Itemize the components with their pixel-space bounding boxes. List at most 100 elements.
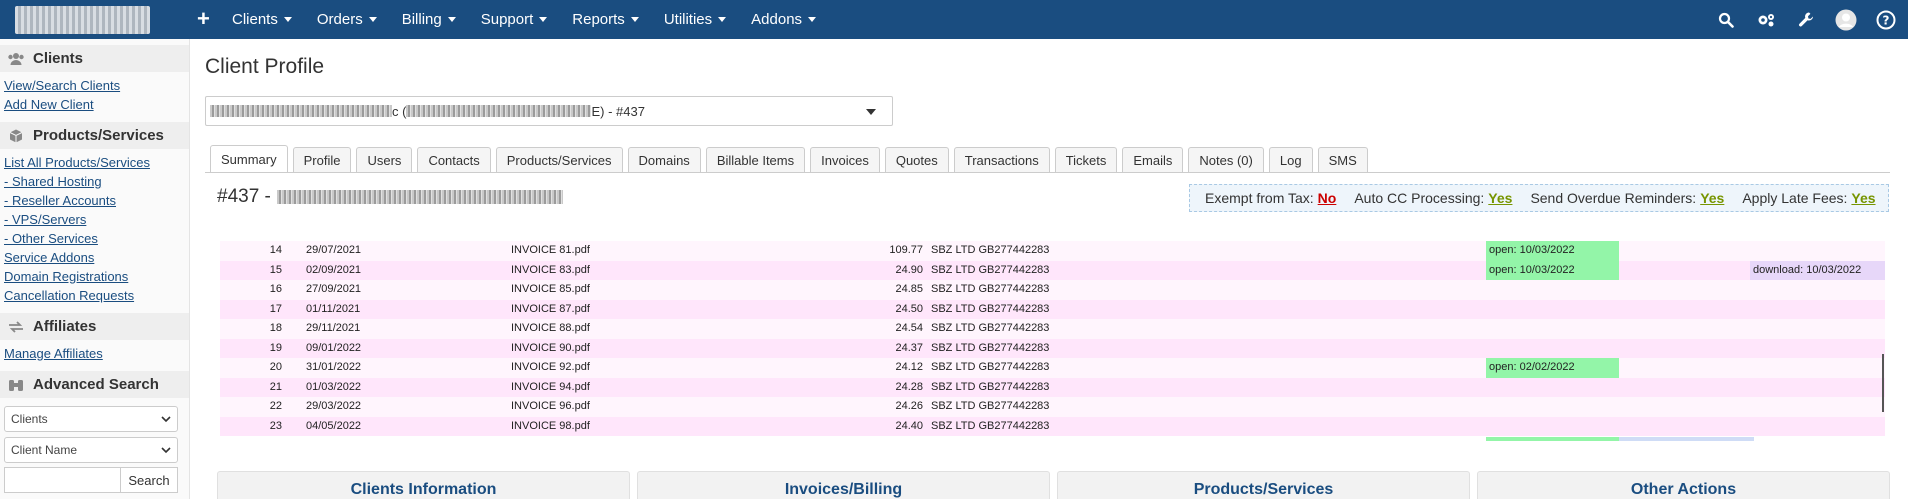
apply-late-fees-value[interactable]: Yes <box>1851 190 1875 206</box>
table-row: 15 02/09/2021 INVOICE 83.pdf 24.90 SBZ L… <box>220 260 1885 280</box>
sidebar-link-shared-hosting[interactable]: - Shared Hosting <box>4 172 189 191</box>
table-row: 23 04/05/2022 INVOICE 98.pdf 24.40 SBZ L… <box>220 416 1885 436</box>
download-badge: download: 10/03/2022 <box>1750 260 1885 280</box>
download-badge-tail <box>1619 437 1754 441</box>
help-icon[interactable]: ? <box>1874 8 1898 32</box>
advanced-search-type-select[interactable]: Clients <box>4 406 178 432</box>
table-row: 22 29/03/2022 INVOICE 96.pdf 24.26 SBZ L… <box>220 397 1885 417</box>
panel-products-services: Products/Services <box>1057 471 1470 499</box>
redacted-client-email <box>406 105 592 117</box>
panel-clients-information: Clients Information <box>217 471 630 499</box>
panel-other-actions: Other Actions <box>1477 471 1890 499</box>
exchange-icon <box>7 320 25 334</box>
tab-sms[interactable]: SMS <box>1317 147 1368 172</box>
redacted-client-name <box>210 105 392 117</box>
client-profile-heading: #437 - <box>217 186 563 208</box>
advanced-search-button[interactable]: Search <box>120 467 178 493</box>
tab-emails[interactable]: Emails <box>1122 147 1184 172</box>
tab-billable-items[interactable]: Billable Items <box>705 147 806 172</box>
redacted-client-fullname <box>276 190 563 204</box>
exempt-from-tax-value[interactable]: No <box>1318 190 1337 206</box>
profile-tabs: Summary Profile Users Contacts Products/… <box>210 145 1373 172</box>
nav-orders[interactable]: Orders <box>317 11 377 28</box>
nav-right-icons: ? <box>1698 0 1898 39</box>
sidebar-link-reseller-accounts[interactable]: - Reseller Accounts <box>4 191 189 210</box>
caret-down-icon <box>718 17 727 22</box>
sidebar-link-cancellation-requests[interactable]: Cancellation Requests <box>4 286 189 305</box>
nav-reports[interactable]: Reports <box>572 11 639 28</box>
main-nav: Clients Orders Billing Support Reports U… <box>232 0 841 39</box>
nav-clients[interactable]: Clients <box>232 11 292 28</box>
nav-billing[interactable]: Billing <box>402 11 456 28</box>
svg-text:?: ? <box>1883 13 1890 27</box>
summary-panels: Clients Information Invoices/Billing Pro… <box>217 471 1890 499</box>
tab-tickets[interactable]: Tickets <box>1054 147 1118 172</box>
nav-support[interactable]: Support <box>481 11 548 28</box>
tab-transactions[interactable]: Transactions <box>953 147 1050 172</box>
send-overdue-reminders-value[interactable]: Yes <box>1700 190 1724 206</box>
tab-invoices[interactable]: Invoices <box>810 147 880 172</box>
binoculars-icon <box>7 378 25 392</box>
advanced-search-field-select[interactable]: Client Name <box>4 437 178 463</box>
sidebar-link-view-search-clients[interactable]: View/Search Clients <box>4 76 189 95</box>
nav-utilities[interactable]: Utilities <box>664 11 727 28</box>
caret-down-icon <box>447 17 456 22</box>
sidebar-head-products: Products/Services <box>0 122 189 149</box>
sidebar-link-service-addons[interactable]: Service Addons <box>4 248 189 267</box>
caret-down-icon <box>283 17 292 22</box>
logo[interactable] <box>15 6 150 34</box>
tabs-divider <box>205 172 1890 173</box>
page-title: Client Profile <box>205 55 325 78</box>
table-row: 17 01/11/2021 INVOICE 87.pdf 24.50 SBZ L… <box>220 299 1885 319</box>
table-scrollbar[interactable] <box>1882 354 1884 412</box>
table-row: 19 09/01/2022 INVOICE 90.pdf 24.37 SBZ L… <box>220 338 1885 358</box>
sidebar-link-vps-servers[interactable]: - VPS/Servers <box>4 210 189 229</box>
sidebar-head-advanced-search: Advanced Search <box>0 371 189 398</box>
open-badge: open: 10/03/2022 <box>1486 260 1619 280</box>
auto-cc-processing-value[interactable]: Yes <box>1488 190 1512 206</box>
quick-add-button[interactable]: + <box>197 6 210 32</box>
sidebar-products-links: List All Products/Services - Shared Host… <box>0 149 189 307</box>
tab-log[interactable]: Log <box>1268 147 1313 172</box>
sidebar-link-other-services[interactable]: - Other Services <box>4 229 189 248</box>
chevron-down-icon <box>161 446 171 453</box>
top-navbar: + Clients Orders Billing Support Reports… <box>0 0 1908 39</box>
panel-invoices-billing: Invoices/Billing <box>637 471 1050 499</box>
user-avatar-icon[interactable] <box>1834 8 1858 32</box>
sidebar-clients-links: View/Search Clients Add New Client <box>0 72 189 116</box>
open-badge-tail <box>1486 437 1619 441</box>
client-select-dropdown[interactable]: c ( E) - #437 <box>205 96 893 126</box>
search-icon[interactable] <box>1714 8 1738 32</box>
sidebar: Clients View/Search Clients Add New Clie… <box>0 39 190 499</box>
wrench-icon[interactable] <box>1794 8 1818 32</box>
tab-summary[interactable]: Summary <box>210 145 288 172</box>
box-icon <box>7 129 25 143</box>
sidebar-head-affiliates: Affiliates <box>0 313 189 340</box>
sidebar-link-manage-affiliates[interactable]: Manage Affiliates <box>4 344 189 363</box>
chevron-down-icon <box>161 415 171 422</box>
open-badge: open: 10/03/2022 <box>1486 241 1619 261</box>
sidebar-link-list-all-products[interactable]: List All Products/Services <box>4 153 189 172</box>
advanced-search-form: Search <box>4 467 178 493</box>
sidebar-head-clients: Clients <box>0 45 189 72</box>
tab-profile[interactable]: Profile <box>292 147 352 172</box>
nav-addons[interactable]: Addons <box>751 11 817 28</box>
tab-notes[interactable]: Notes (0) <box>1188 147 1264 172</box>
caret-down-icon <box>539 17 548 22</box>
users-icon <box>7 52 25 66</box>
invoice-tracking-table: 14 29/07/2021 INVOICE 81.pdf 109.77 SBZ … <box>220 241 1885 436</box>
tab-quotes[interactable]: Quotes <box>884 147 949 172</box>
caret-down-icon <box>368 17 377 22</box>
advanced-search-input[interactable] <box>4 467 120 493</box>
tab-users[interactable]: Users <box>356 147 413 172</box>
table-row: 18 29/11/2021 INVOICE 88.pdf 24.54 SBZ L… <box>220 319 1885 339</box>
tab-domains[interactable]: Domains <box>627 147 701 172</box>
caret-down-icon <box>866 109 876 115</box>
sidebar-link-domain-registrations[interactable]: Domain Registrations <box>4 267 189 286</box>
open-badge: open: 02/02/2022 <box>1486 358 1619 378</box>
settings-icon[interactable] <box>1754 8 1778 32</box>
tab-products-services[interactable]: Products/Services <box>495 147 623 172</box>
tab-contacts[interactable]: Contacts <box>417 147 491 172</box>
sidebar-link-add-new-client[interactable]: Add New Client <box>4 95 189 114</box>
caret-down-icon <box>808 17 817 22</box>
